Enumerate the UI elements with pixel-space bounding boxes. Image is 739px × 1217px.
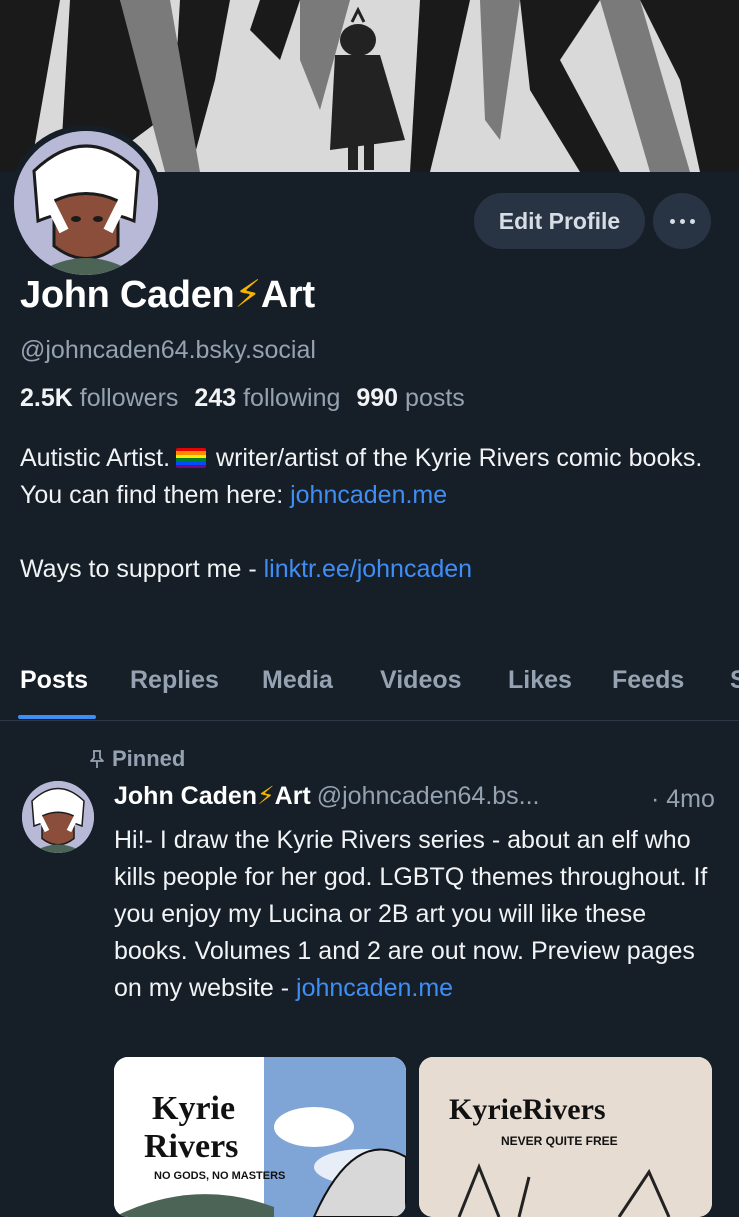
edit-profile-button[interactable]: Edit Profile: [474, 193, 645, 249]
bio-link-linktree[interactable]: linktr.ee/johncaden: [264, 555, 472, 583]
cover-subtitle: NEVER QUITE FREE: [501, 1134, 618, 1148]
following-label: following: [243, 384, 341, 412]
profile-avatar[interactable]: [8, 125, 164, 281]
avatar-illustration: [22, 781, 94, 853]
tab-likes[interactable]: Likes: [508, 666, 572, 695]
tab-posts[interactable]: Posts: [20, 666, 88, 695]
posts-label: posts: [405, 384, 465, 412]
post-image-2[interactable]: KyrieRivers NEVER QUITE FREE: [419, 1057, 712, 1217]
bio-link-website[interactable]: johncaden.me: [290, 481, 447, 509]
following-link[interactable]: 243 following: [194, 384, 340, 412]
cover-title: KyrieRivers: [449, 1093, 606, 1126]
post-author-name[interactable]: John Caden⚡Art: [114, 782, 311, 810]
followers-count: 2.5K: [20, 384, 73, 412]
ellipsis-icon: [689, 218, 695, 224]
tab-media[interactable]: Media: [262, 666, 333, 695]
bio-text: Ways to support me -: [20, 555, 264, 583]
post-author-handle[interactable]: @johncaden64.bs...: [317, 782, 540, 810]
post-image-1[interactable]: Kyrie Rivers NO GODS, NO MASTERS: [114, 1057, 406, 1217]
book-cover-volume-2: KyrieRivers NEVER QUITE FREE: [419, 1057, 712, 1217]
lightning-emoji: ⚡: [257, 782, 275, 810]
author-name-suffix: Art: [274, 782, 311, 810]
bio-text: Autistic Artist.: [20, 444, 171, 472]
active-tab-indicator: [18, 715, 96, 719]
bio-text: You can find them here:: [20, 481, 291, 509]
ellipsis-icon: [669, 218, 675, 224]
profile-bio: Autistic Artist. writer/artist of the Kyr…: [20, 440, 720, 588]
profile-tabs: Posts Replies Media Videos Likes Feeds S: [0, 662, 739, 721]
post-body: Hi!- I draw the Kyrie Rivers series - ab…: [114, 822, 714, 1007]
cover-title: Kyrie: [152, 1090, 235, 1127]
post-author-avatar[interactable]: [22, 781, 94, 853]
following-count: 243: [194, 384, 237, 412]
book-cover-volume-1: Kyrie Rivers NO GODS, NO MASTERS: [114, 1057, 406, 1217]
tab-starter-packs[interactable]: S: [730, 666, 739, 695]
tab-videos[interactable]: Videos: [380, 666, 462, 695]
display-name-text: John Caden: [20, 274, 235, 316]
cover-subtitle: NO GODS, NO MASTERS: [154, 1170, 285, 1182]
tab-replies[interactable]: Replies: [130, 666, 219, 695]
bio-text: writer/artist of the Kyrie Rivers comic …: [216, 444, 703, 472]
display-name-suffix: Art: [260, 274, 315, 316]
followers-link[interactable]: 2.5K followers: [20, 384, 178, 412]
author-name-text: John Caden: [114, 782, 258, 810]
post-link[interactable]: johncaden.me: [296, 974, 453, 1002]
tab-feeds[interactable]: Feeds: [612, 666, 684, 695]
profile-handle: @johncaden64.bsky.social: [20, 336, 316, 364]
rainbow-flag-icon: [176, 448, 207, 468]
pin-icon: [90, 750, 104, 768]
more-options-button[interactable]: [653, 193, 711, 249]
post-header: John Caden⚡Art @johncaden64.bs... · 4mo: [114, 781, 715, 814]
lightning-emoji: ⚡: [234, 274, 261, 316]
avatar-illustration: [14, 131, 158, 275]
profile-stats: 2.5K followers 243 following 990 posts: [20, 384, 465, 413]
pinned-indicator: Pinned: [88, 746, 185, 772]
post-timestamp[interactable]: · 4mo: [651, 785, 715, 814]
cover-title: Rivers: [144, 1128, 238, 1165]
followers-label: followers: [79, 384, 179, 412]
display-name: John Caden⚡Art: [20, 272, 315, 317]
ellipsis-icon: [679, 218, 685, 224]
pinned-label: Pinned: [112, 746, 186, 771]
posts-count: 990: [356, 384, 399, 412]
